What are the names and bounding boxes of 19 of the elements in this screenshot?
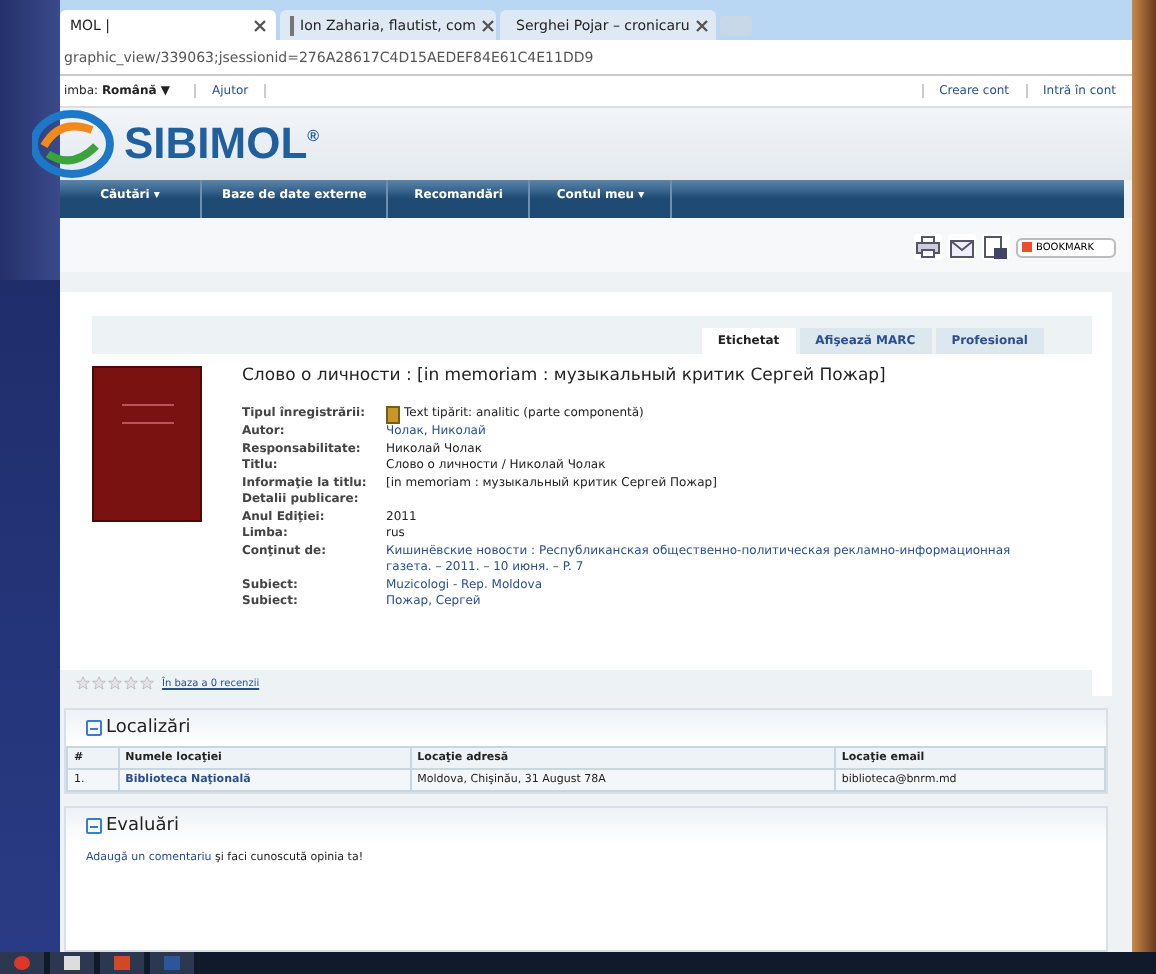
logo-text: SIBIMOL$^{®}$ — [124, 118, 320, 170]
collapse-icon[interactable] — [86, 720, 102, 736]
close-icon[interactable] — [695, 19, 708, 31]
save-icon[interactable] — [982, 234, 1011, 260]
star-icon[interactable] — [76, 676, 90, 690]
star-icon[interactable] — [140, 676, 154, 690]
star-icon[interactable] — [124, 676, 138, 690]
book-icon — [386, 406, 400, 424]
collapse-icon[interactable] — [86, 818, 102, 834]
section-title: Evaluări — [106, 816, 179, 836]
star-icon[interactable] — [92, 676, 106, 690]
printer-icon[interactable] — [914, 234, 943, 260]
close-icon[interactable] — [254, 19, 266, 31]
record-title: Слово о личности : [in memoriam : музыкальный критик Сергей Пожар] — [242, 366, 888, 386]
envelope-icon[interactable] — [948, 234, 977, 260]
close-icon[interactable] — [482, 19, 494, 31]
section-title: Localizări — [106, 718, 191, 738]
logo-icon — [32, 110, 120, 178]
star-icon[interactable] — [108, 676, 122, 690]
